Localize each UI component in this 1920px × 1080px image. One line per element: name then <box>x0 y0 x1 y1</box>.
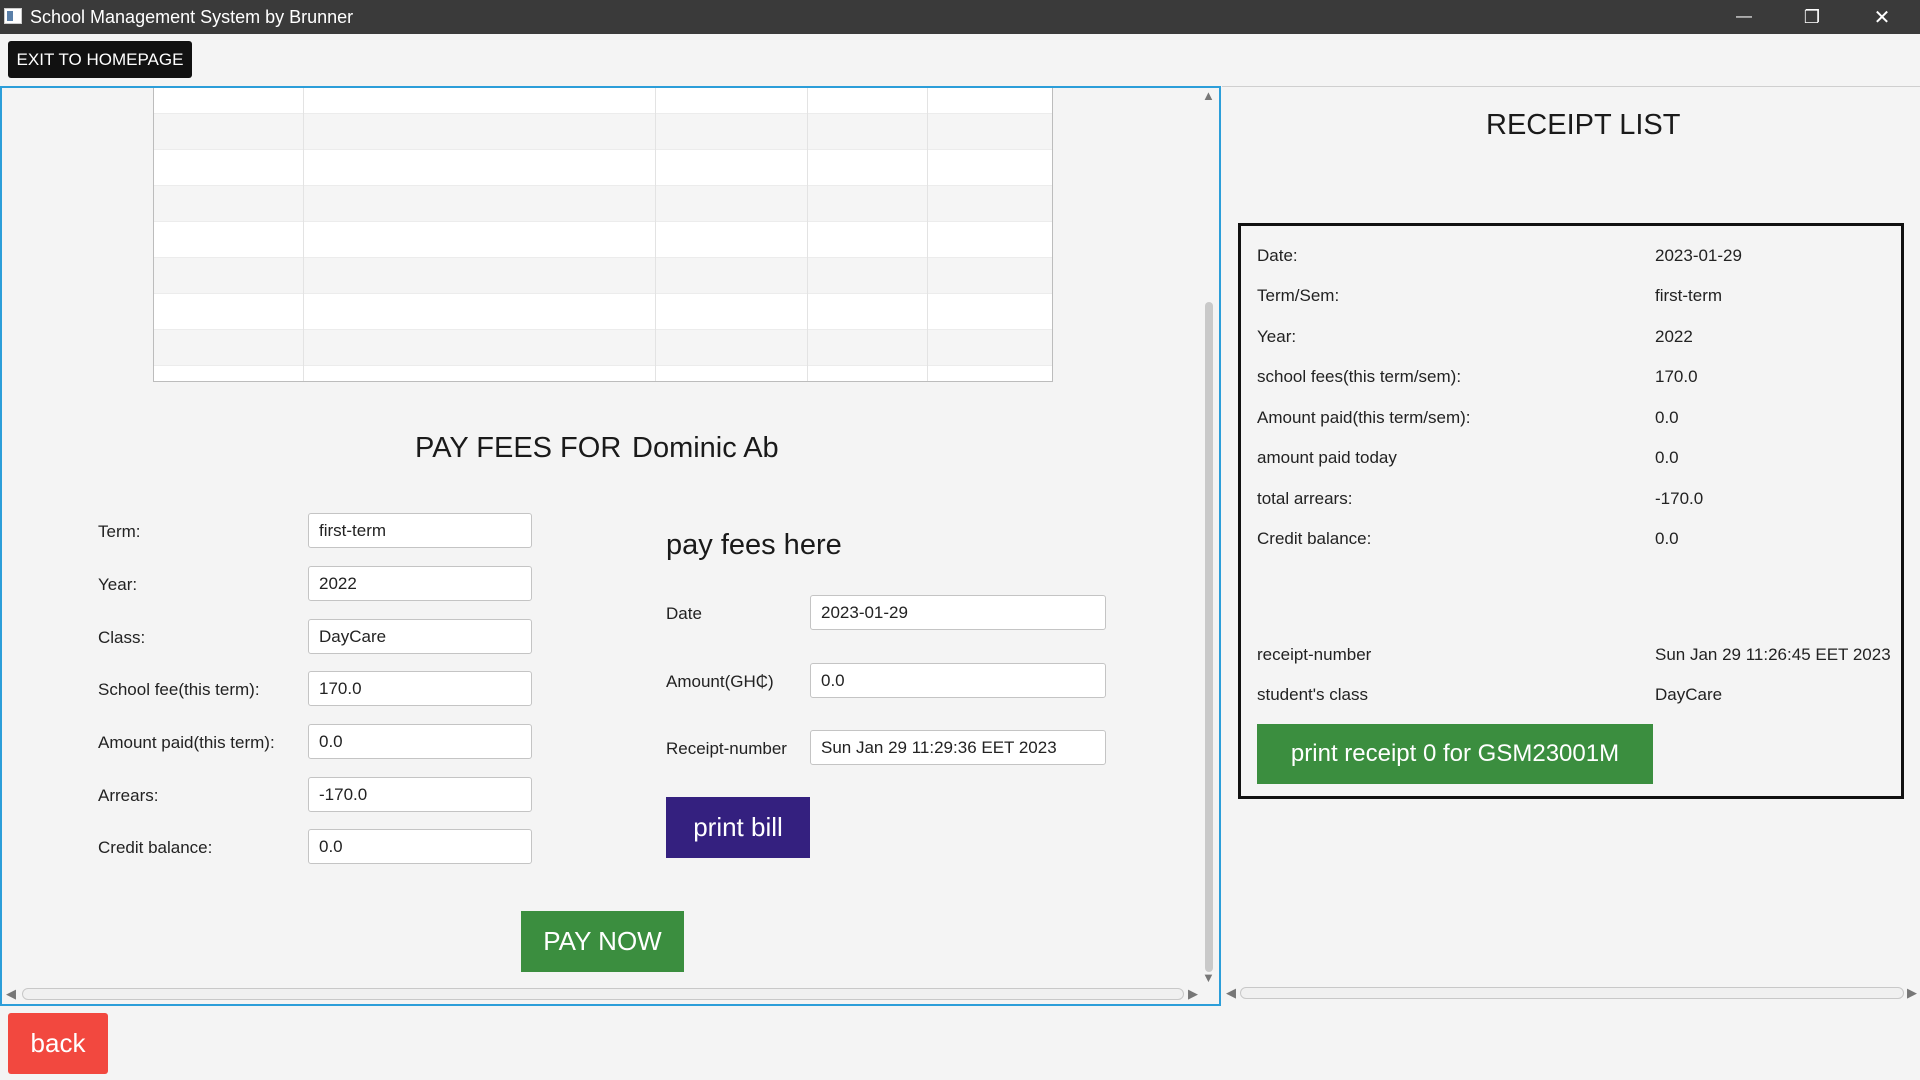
print-receipt-button[interactable]: print receipt 0 for GSM23001M <box>1257 724 1653 784</box>
receipt-term-label: Term/Sem: <box>1257 286 1340 305</box>
receipt-date-value: 2023-01-29 <box>1655 246 1742 265</box>
column-divider <box>303 88 304 381</box>
close-icon[interactable]: ✕ <box>1852 0 1912 34</box>
table-row[interactable] <box>154 258 1052 294</box>
column-divider <box>927 88 928 381</box>
credit-balance-label: Credit balance: <box>98 838 213 857</box>
table-row[interactable] <box>154 330 1052 366</box>
pay-fees-title: PAY FEES FOR <box>415 432 622 464</box>
receipt-paid-today-value: 0.0 <box>1655 448 1679 467</box>
receipt-class-value: DayCare <box>1655 685 1723 704</box>
receipt-credit-label: Credit balance: <box>1257 529 1372 548</box>
back-button[interactable]: back <box>8 1013 108 1074</box>
pay-fees-heading: pay fees here <box>666 529 842 561</box>
receipt-year-label: Year: <box>1257 327 1297 346</box>
pay-fees-panel[interactable]: PAY FEES FOR Dominic Ab Term: first-term… <box>0 86 1221 1006</box>
receipt-number-label: Receipt-number <box>666 739 787 758</box>
receipt-number-label: receipt-number <box>1257 645 1372 664</box>
table-row[interactable] <box>154 114 1052 150</box>
receipt-number-value: Sun Jan 29 11:26:45 EET 2023 <box>1655 645 1891 664</box>
class-label: Class: <box>98 628 146 647</box>
amount-label: Amount(GH₵) <box>666 672 774 691</box>
receipt-term-value: first-term <box>1655 286 1723 305</box>
amount-paid-label: Amount paid(this term): <box>98 733 275 752</box>
school-fee-field[interactable]: 170.0 <box>308 671 532 706</box>
receipt-credit-value: 0.0 <box>1655 529 1679 548</box>
scroll-down-icon[interactable]: ▼ <box>1202 970 1215 985</box>
app-icon <box>4 8 22 24</box>
receipt-class-label: student's class <box>1257 685 1368 704</box>
receipt-amount-paid-label: Amount paid(this term/sem): <box>1257 408 1471 427</box>
table-row[interactable] <box>154 186 1052 222</box>
year-label: Year: <box>98 575 138 594</box>
arrears-field[interactable]: -170.0 <box>308 777 532 812</box>
receipt-arrears-value: -170.0 <box>1655 489 1704 508</box>
horizontal-scrollbar[interactable] <box>22 988 1184 1000</box>
receipt-number-field[interactable]: Sun Jan 29 11:29:36 EET 2023 <box>810 730 1106 765</box>
receipt-fees-label: school fees(this term/sem): <box>1257 367 1462 386</box>
title-bar: School Management System by Brunner — ❐ … <box>0 0 1920 34</box>
exit-to-homepage-button[interactable]: EXIT TO HOMEPAGE <box>8 41 192 78</box>
print-bill-button[interactable]: print bill <box>666 797 810 858</box>
credit-balance-field[interactable]: 0.0 <box>308 829 532 864</box>
table-row[interactable] <box>154 222 1052 258</box>
scroll-left-icon[interactable]: ◀ <box>6 986 16 1002</box>
maximize-icon[interactable]: ❐ <box>1782 0 1842 34</box>
table-row[interactable] <box>154 150 1052 186</box>
scroll-right-icon[interactable]: ▶ <box>1188 986 1198 1002</box>
vertical-scroll-thumb[interactable] <box>1205 302 1213 972</box>
scroll-left-icon[interactable]: ◀ <box>1226 985 1236 1001</box>
term-field[interactable]: first-term <box>308 513 532 548</box>
column-divider <box>655 88 656 381</box>
term-label: Term: <box>98 522 141 541</box>
table-row[interactable] <box>154 294 1052 330</box>
receipt-amount-paid-value: 0.0 <box>1655 408 1679 427</box>
amount-paid-field[interactable]: 0.0 <box>308 724 532 759</box>
receipt-fees-value: 170.0 <box>1655 367 1698 386</box>
receipt-list-title: RECEIPT LIST <box>1486 109 1681 141</box>
receipt-card: Date: 2023-01-29 Term/Sem: first-term Ye… <box>1238 223 1904 799</box>
receipt-paid-today-label: amount paid today <box>1257 448 1397 467</box>
amount-field[interactable]: 0.0 <box>810 663 1106 698</box>
minimize-icon[interactable]: — <box>1714 0 1774 34</box>
pay-now-button[interactable]: PAY NOW <box>521 911 684 972</box>
receipt-year-value: 2022 <box>1655 327 1693 346</box>
scroll-up-icon[interactable]: ▲ <box>1202 88 1215 103</box>
table-row[interactable] <box>154 366 1052 381</box>
date-field[interactable]: 2023-01-29 <box>810 595 1106 630</box>
table-row[interactable] <box>154 88 1052 114</box>
arrears-label: Arrears: <box>98 786 159 805</box>
scroll-right-icon[interactable]: ▶ <box>1907 985 1917 1001</box>
school-fee-label: School fee(this term): <box>98 680 260 699</box>
year-field[interactable]: 2022 <box>308 566 532 601</box>
fees-table[interactable] <box>153 88 1053 382</box>
horizontal-scrollbar[interactable] <box>1240 987 1904 999</box>
window-title: School Management System by Brunner <box>30 7 354 27</box>
column-divider <box>807 88 808 381</box>
class-field[interactable]: DayCare <box>308 619 532 654</box>
receipt-arrears-label: total arrears: <box>1257 489 1353 508</box>
receipt-date-label: Date: <box>1257 246 1298 265</box>
date-label: Date <box>666 604 702 623</box>
student-name: Dominic Ab <box>632 432 779 464</box>
